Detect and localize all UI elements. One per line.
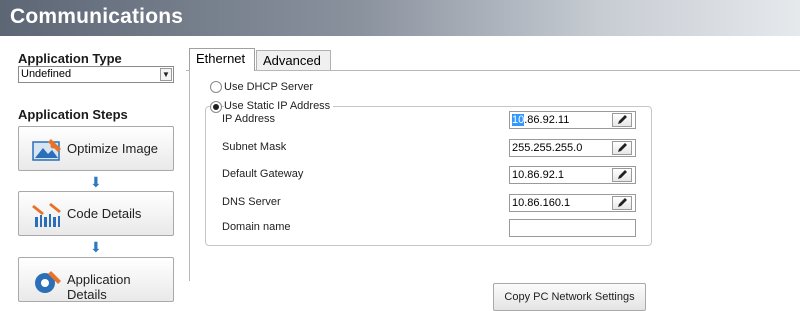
arrow-down-icon: ⬇ [90,239,102,255]
domain-name-field[interactable] [509,219,636,237]
left-panel: Application Type Undefined ▼ Application… [0,36,186,302]
code-details-button[interactable]: Code Details [18,191,174,236]
chevron-down-icon[interactable]: ▼ [160,68,172,81]
code-details-icon [32,203,61,227]
dhcp-radio[interactable] [210,81,222,93]
application-details-button[interactable]: Application Details [18,257,174,302]
static-ip-radio[interactable] [210,101,222,113]
static-ip-label: Use Static IP Address [224,100,334,112]
application-type-value: Undefined [21,68,72,80]
step-label: Optimize Image [67,141,159,156]
default-gateway-label: Default Gateway [222,168,304,180]
application-type-select[interactable]: Undefined ▼ [18,66,174,83]
dns-server-label: DNS Server [222,196,281,208]
dns-server-edit-button[interactable] [612,196,632,210]
optimize-image-icon [32,139,61,161]
static-ip-group: Use Static IP Address IP Address 10.86.9… [205,100,652,246]
application-steps-heading: Application Steps [18,107,128,122]
title-bar: Communications [0,0,800,36]
pencil-icon [618,115,627,124]
domain-name-label: Domain name [222,221,291,233]
right-panel: Ethernet Advanced Use DHCP Server Use St… [186,36,800,311]
default-gateway-edit-button[interactable] [612,168,632,182]
ip-address-selected-text: 10 [512,114,525,126]
tab-ethernet[interactable]: Ethernet [189,48,255,71]
pencil-icon [618,143,627,152]
subnet-mask-value: 255.255.255.0 [512,142,583,154]
dns-server-field[interactable]: 10.86.160.1 [509,194,636,212]
copy-pc-network-settings-button[interactable]: Copy PC Network Settings [493,283,646,311]
pencil-icon [618,170,627,179]
dhcp-label: Use DHCP Server [224,81,314,93]
ethernet-tab-content: Use DHCP Server Use Static IP Address IP… [189,70,800,311]
subnet-mask-edit-button[interactable] [612,141,632,155]
application-type-heading: Application Type [18,51,122,66]
tab-strip: Ethernet Advanced [186,48,800,71]
window-title: Communications [10,5,184,28]
subnet-mask-label: Subnet Mask [222,141,287,153]
optimize-image-button[interactable]: Optimize Image [18,126,174,171]
ip-address-label: IP Address [222,113,275,125]
arrow-down-icon: ⬇ [90,174,102,190]
ip-address-rest-text: .86.92.11 [524,114,570,126]
ip-address-field[interactable]: 10.86.92.11 [509,111,636,129]
tab-advanced[interactable]: Advanced [256,50,331,70]
dns-server-value: 10.86.160.1 [512,197,571,209]
step-label: Code Details [67,206,142,221]
pencil-icon [618,198,627,207]
step-label: Application Details [67,272,131,302]
application-details-icon [35,271,61,293]
default-gateway-field[interactable]: 10.86.92.1 [509,166,636,184]
ip-address-edit-button[interactable] [612,113,632,127]
default-gateway-value: 10.86.92.1 [512,169,564,181]
subnet-mask-field[interactable]: 255.255.255.0 [509,139,636,157]
